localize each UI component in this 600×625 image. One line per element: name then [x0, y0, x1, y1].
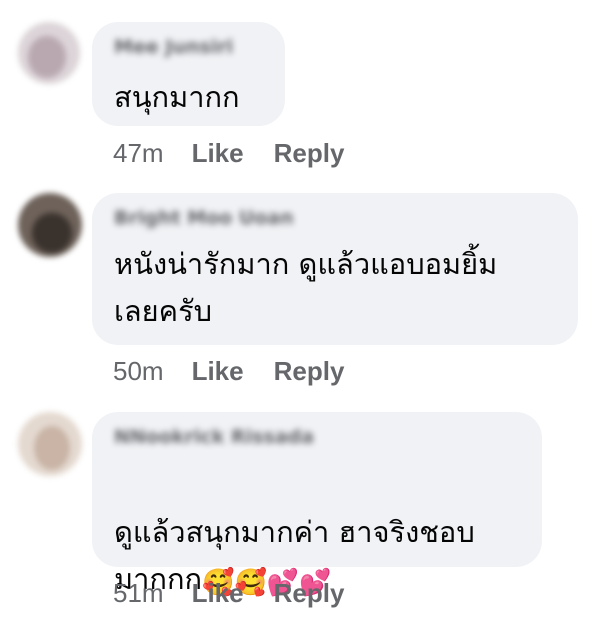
avatar-face — [32, 213, 72, 253]
comment-actions: 50m Like Reply — [113, 356, 374, 387]
avatar-face — [28, 36, 66, 78]
like-button[interactable]: Like — [192, 138, 244, 169]
comment-author[interactable]: Mee Junsiri — [114, 36, 233, 58]
avatar[interactable] — [18, 22, 80, 84]
comment-text: หนังน่ารักมาก ดูแล้วแอบอมยิ้ม เลยครับ — [114, 247, 498, 328]
comment-timestamp[interactable]: 50m — [113, 356, 164, 387]
comment-actions: 47m Like Reply — [113, 138, 374, 169]
comment-bubble: Bright Moo Uoan หนังน่ารักมาก ดูแล้วแอบอ… — [92, 193, 578, 345]
comment-timestamp[interactable]: 51m — [113, 578, 164, 609]
comment-bubble: NNookrick Rissada ดูแล้วสนุกมากค่า ฮาจริ… — [92, 412, 542, 596]
avatar[interactable] — [18, 193, 82, 257]
comment-timestamp[interactable]: 47m — [113, 138, 164, 169]
reply-button[interactable]: Reply — [274, 138, 345, 169]
comment-bubble: Mee Junsiri สนุกมากก — [92, 22, 285, 126]
reply-button[interactable]: Reply — [274, 578, 345, 609]
comment-author[interactable]: NNookrick Rissada — [114, 426, 314, 448]
avatar[interactable] — [18, 412, 82, 476]
comment-author[interactable]: Bright Moo Uoan — [114, 207, 294, 229]
reply-button[interactable]: Reply — [274, 356, 345, 387]
avatar-face — [34, 426, 70, 470]
like-button[interactable]: Like — [192, 578, 244, 609]
like-button[interactable]: Like — [192, 356, 244, 387]
comment-actions: 51m Like Reply — [113, 578, 374, 609]
comment-text: สนุกมากก — [114, 80, 240, 114]
